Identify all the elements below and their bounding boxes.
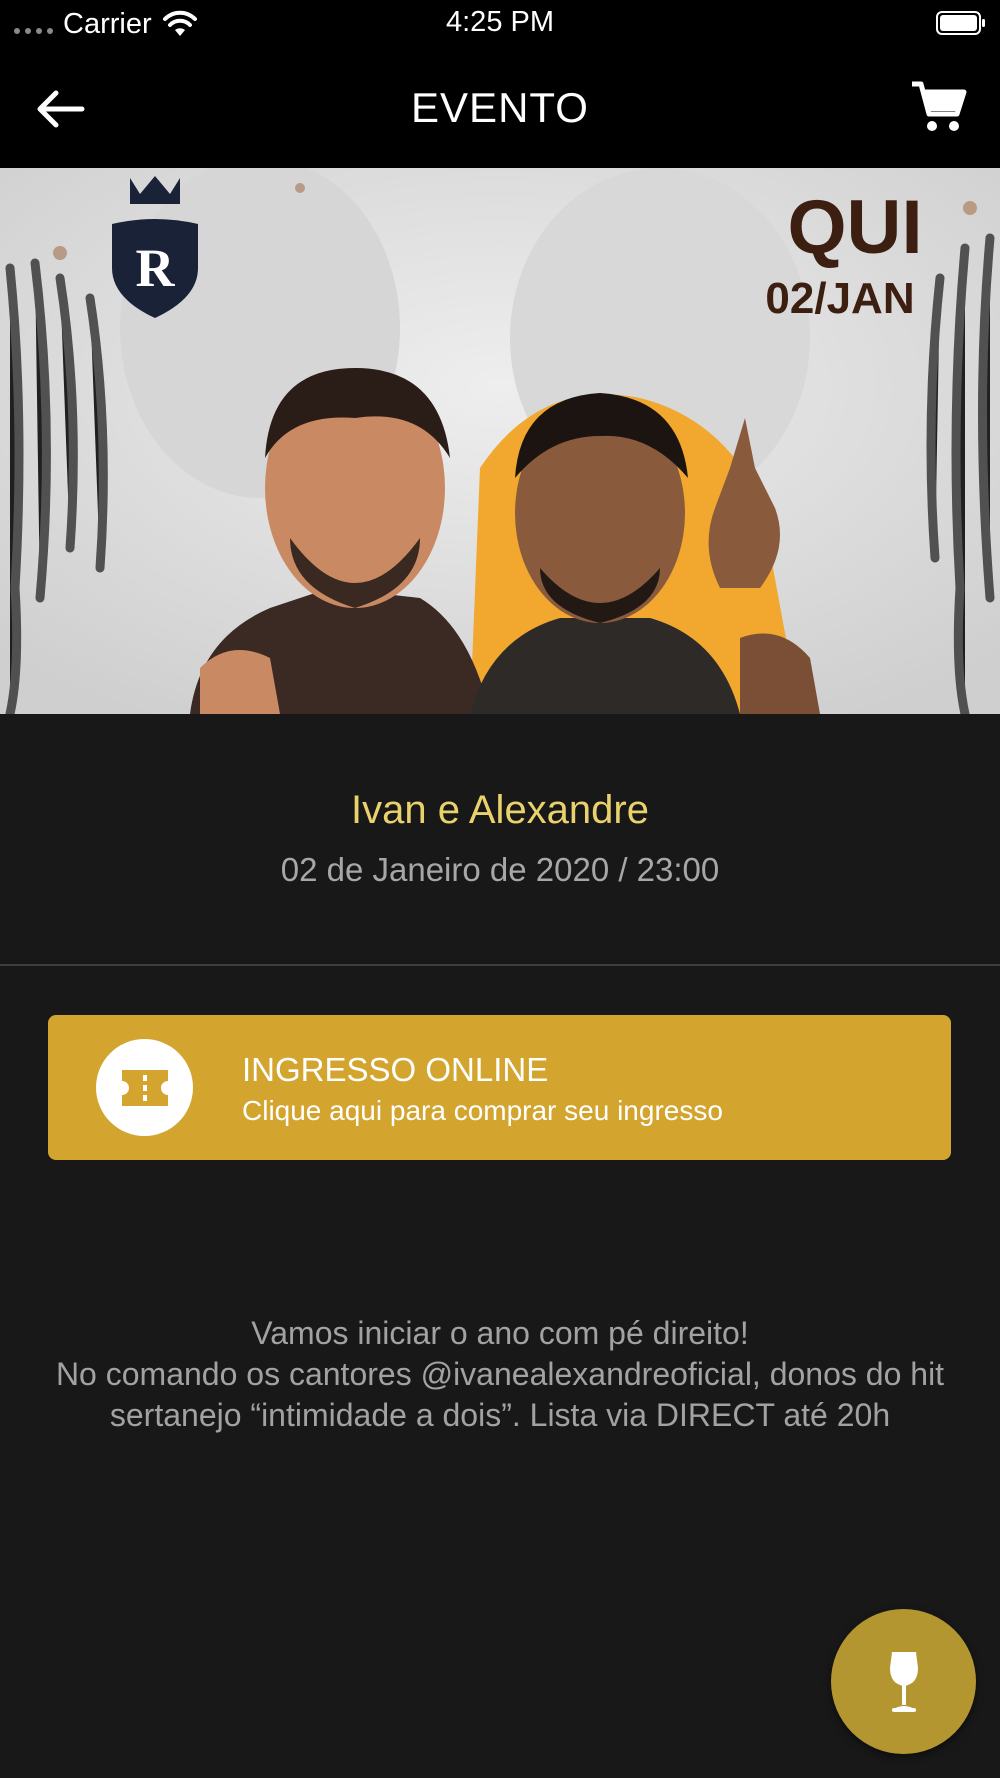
cart-button[interactable] xyxy=(910,78,968,136)
event-banner-art: R QUI 02/JAN xyxy=(0,168,1000,714)
event-date: 02 de Janeiro de 2020 / 23:00 xyxy=(280,851,720,888)
ticket-icon xyxy=(121,1069,168,1106)
wine-glass-icon xyxy=(889,1651,918,1712)
ticket-icon-circle xyxy=(96,1039,193,1136)
status-bar: Carrier 4:25 PM xyxy=(0,0,1000,50)
banner-date: 02/JAN xyxy=(765,274,914,323)
battery-icon xyxy=(936,11,985,35)
ticket-subtitle: Clique aqui para comprar seu ingresso xyxy=(242,1095,723,1126)
cart-icon xyxy=(912,81,967,131)
logo-letter: R xyxy=(136,238,176,298)
nav-bar: EVENTO xyxy=(0,50,1000,168)
event-banner-image: R QUI 02/JAN xyxy=(0,168,1000,714)
divider xyxy=(0,964,1000,966)
event-description: Vamos iniciar o ano com pé direito! No c… xyxy=(50,1313,950,1436)
description-line-1: Vamos iniciar o ano com pé direito! xyxy=(251,1315,749,1351)
banner-day: QUI xyxy=(787,185,922,270)
buy-ticket-button[interactable]: INGRESSO ONLINE Clique aqui para comprar… xyxy=(48,1015,951,1160)
status-time: 4:25 PM xyxy=(446,6,554,38)
description-line-2: No comando os cantores @ivanealexandreof… xyxy=(55,1356,945,1433)
ticket-title: INGRESSO ONLINE xyxy=(242,1051,549,1088)
drinks-menu-button[interactable] xyxy=(831,1609,976,1754)
event-title: Ivan e Alexandre xyxy=(351,788,649,832)
page-title: EVENTO xyxy=(411,84,589,131)
